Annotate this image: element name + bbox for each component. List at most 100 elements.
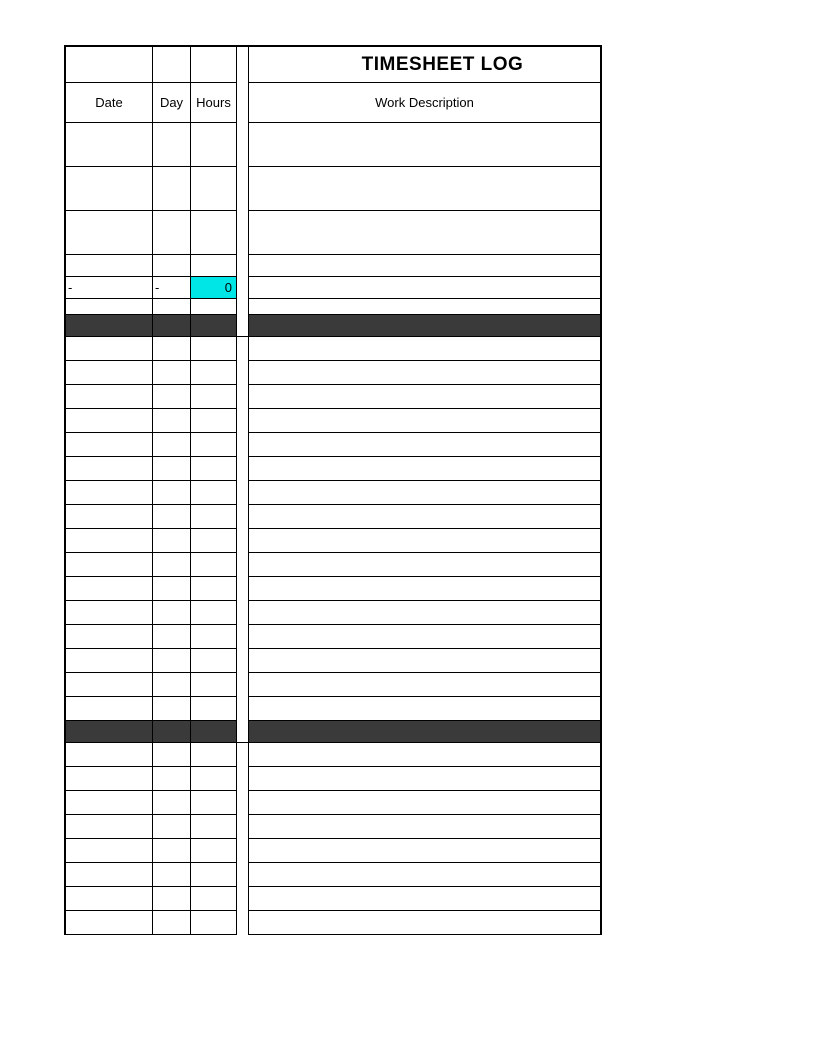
cell-description[interactable] bbox=[248, 767, 600, 791]
cell-day[interactable] bbox=[152, 505, 190, 529]
cell-date[interactable] bbox=[64, 863, 152, 887]
cell-date[interactable] bbox=[64, 887, 152, 911]
cell-date[interactable] bbox=[64, 505, 152, 529]
cell-hours[interactable] bbox=[190, 649, 236, 673]
cell-day[interactable] bbox=[152, 409, 190, 433]
cell-hours[interactable] bbox=[190, 697, 236, 721]
cell-day[interactable] bbox=[152, 433, 190, 457]
cell-hours[interactable] bbox=[190, 577, 236, 601]
cell-date[interactable] bbox=[64, 577, 152, 601]
cell-date[interactable] bbox=[64, 529, 152, 553]
cell-hours[interactable] bbox=[190, 337, 236, 361]
cell-description[interactable] bbox=[248, 553, 600, 577]
cell-hours[interactable] bbox=[190, 505, 236, 529]
cell-day[interactable] bbox=[152, 167, 190, 211]
cell-date[interactable] bbox=[64, 481, 152, 505]
cell-description[interactable] bbox=[248, 529, 600, 553]
cell-date[interactable] bbox=[64, 791, 152, 815]
cell-hours[interactable] bbox=[190, 361, 236, 385]
cell-day[interactable] bbox=[152, 385, 190, 409]
cell-day[interactable] bbox=[152, 791, 190, 815]
cell-day[interactable] bbox=[152, 863, 190, 887]
cell-hours[interactable] bbox=[190, 433, 236, 457]
cell-date[interactable] bbox=[64, 123, 152, 167]
cell-date[interactable] bbox=[64, 457, 152, 481]
cell-day[interactable] bbox=[152, 123, 190, 167]
cell-description[interactable] bbox=[248, 697, 600, 721]
cell-date[interactable] bbox=[64, 743, 152, 767]
cell-description[interactable] bbox=[248, 815, 600, 839]
cell-description[interactable] bbox=[248, 361, 600, 385]
cell-date[interactable] bbox=[64, 211, 152, 255]
cell-hours[interactable] bbox=[190, 911, 236, 935]
cell-day[interactable] bbox=[152, 815, 190, 839]
cell-day[interactable] bbox=[152, 601, 190, 625]
cell-date[interactable] bbox=[64, 697, 152, 721]
cell-date[interactable] bbox=[64, 649, 152, 673]
cell-hours[interactable] bbox=[190, 673, 236, 697]
cell-hours[interactable] bbox=[190, 839, 236, 863]
cell-description[interactable] bbox=[248, 577, 600, 601]
cell-hours[interactable] bbox=[190, 601, 236, 625]
cell-date[interactable] bbox=[64, 361, 152, 385]
cell-date[interactable] bbox=[64, 167, 152, 211]
cell-hours[interactable] bbox=[190, 409, 236, 433]
cell-date[interactable] bbox=[64, 385, 152, 409]
cell-description[interactable] bbox=[248, 839, 600, 863]
cell-day[interactable] bbox=[152, 577, 190, 601]
cell-hours[interactable] bbox=[190, 123, 236, 167]
cell-description[interactable] bbox=[248, 743, 600, 767]
cell-description[interactable] bbox=[248, 255, 600, 277]
cell-description[interactable] bbox=[248, 123, 600, 167]
cell-description[interactable] bbox=[248, 409, 600, 433]
cell-day[interactable] bbox=[152, 337, 190, 361]
cell-description[interactable] bbox=[248, 649, 600, 673]
cell-date[interactable] bbox=[64, 839, 152, 863]
cell-hours[interactable] bbox=[190, 767, 236, 791]
cell-day[interactable] bbox=[152, 529, 190, 553]
cell-description[interactable] bbox=[248, 505, 600, 529]
cell-date[interactable] bbox=[64, 433, 152, 457]
cell-hours[interactable] bbox=[190, 887, 236, 911]
cell-date[interactable] bbox=[64, 911, 152, 935]
cell-date[interactable] bbox=[64, 409, 152, 433]
cell-day[interactable] bbox=[152, 553, 190, 577]
cell-hours[interactable] bbox=[190, 815, 236, 839]
cell-day[interactable] bbox=[152, 361, 190, 385]
cell-day[interactable] bbox=[152, 697, 190, 721]
cell-hours[interactable] bbox=[190, 167, 236, 211]
cell-description[interactable] bbox=[248, 167, 600, 211]
cell-description[interactable] bbox=[248, 457, 600, 481]
cell-date[interactable] bbox=[64, 673, 152, 697]
cell-description[interactable] bbox=[248, 911, 600, 935]
cell-date[interactable] bbox=[64, 255, 152, 277]
cell-date[interactable] bbox=[64, 815, 152, 839]
cell-description[interactable] bbox=[248, 433, 600, 457]
cell-hours[interactable] bbox=[190, 625, 236, 649]
cell-description[interactable] bbox=[248, 625, 600, 649]
cell-day[interactable] bbox=[152, 649, 190, 673]
cell-description[interactable] bbox=[248, 211, 600, 255]
cell-date[interactable] bbox=[64, 553, 152, 577]
cell-day[interactable] bbox=[152, 839, 190, 863]
cell-day[interactable] bbox=[152, 255, 190, 277]
cell-day[interactable] bbox=[152, 625, 190, 649]
cell-day[interactable] bbox=[152, 673, 190, 697]
cell-hours[interactable] bbox=[190, 255, 236, 277]
cell-description[interactable] bbox=[248, 673, 600, 697]
cell-hours[interactable] bbox=[190, 211, 236, 255]
cell-description[interactable] bbox=[248, 385, 600, 409]
cell-day[interactable] bbox=[152, 911, 190, 935]
cell-hours[interactable] bbox=[190, 863, 236, 887]
cell-day[interactable] bbox=[152, 887, 190, 911]
cell-hours[interactable] bbox=[190, 457, 236, 481]
cell-description[interactable] bbox=[248, 863, 600, 887]
cell-hours[interactable] bbox=[190, 553, 236, 577]
cell-date[interactable] bbox=[64, 625, 152, 649]
cell-hours[interactable] bbox=[190, 743, 236, 767]
cell-description[interactable] bbox=[248, 887, 600, 911]
cell-day[interactable] bbox=[152, 481, 190, 505]
cell-date[interactable] bbox=[64, 337, 152, 361]
cell-description[interactable] bbox=[248, 481, 600, 505]
cell-date[interactable] bbox=[64, 767, 152, 791]
